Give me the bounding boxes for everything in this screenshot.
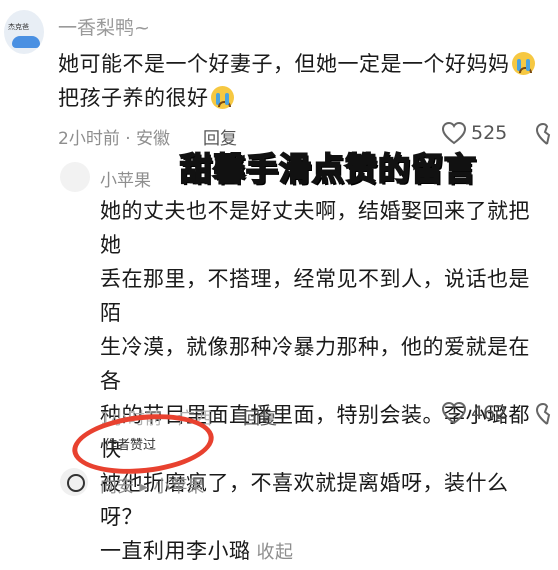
reply-username[interactable]: 小苹果	[100, 166, 151, 191]
reply-reply-button[interactable]: 回复	[243, 404, 277, 429]
reply2-avatar[interactable]	[60, 468, 88, 496]
avatar-figure	[12, 36, 40, 48]
comment-text: 她可能不是一个好妻子，但她一定是一个好妈妈 把孩子养的很好	[58, 49, 548, 114]
comment-text-line1: 她可能不是一个好妻子，但她一定是一个好妈妈	[58, 52, 510, 76]
comment-text-line2: 把孩子养的很好	[58, 86, 209, 110]
reply-text-line: 丢在那里，不搭理，经常见不到人，说话也是陌	[100, 267, 530, 325]
reply-text: 她的丈夫也不是好丈夫啊，结婚娶回来了就把她 丢在那里，不搭理，经常见不到人，说话…	[100, 194, 550, 570]
collapse-button[interactable]: 收起	[257, 542, 294, 563]
reply-text-line: 她的丈夫也不是好丈夫啊，结婚娶回来了就把她	[100, 199, 530, 257]
comment-username[interactable]: 一香梨鸭~	[58, 13, 150, 40]
reply-text-line: 一直利用李小璐	[100, 539, 251, 563]
reply-avatar[interactable]	[60, 162, 90, 192]
avatar-figure	[67, 474, 85, 492]
comment-time-location: 2小时前 · 安徽	[58, 129, 171, 149]
reply-like-icon[interactable]	[441, 401, 467, 425]
reply-text-line: 生冷漠，就像那种冷暴力那种，他的爱就是在各	[100, 335, 530, 393]
overlay-banner: 甜馨手滑点赞的留言	[179, 149, 478, 189]
comment-like-count: 525	[471, 122, 508, 144]
crying-face-icon	[511, 52, 535, 75]
comment-like-icon[interactable]	[441, 121, 467, 145]
reply-dislike-icon[interactable]	[536, 402, 558, 426]
crying-face-icon	[210, 86, 234, 109]
comment-dislike-icon[interactable]	[536, 122, 558, 146]
reply-like-count: 462	[471, 402, 508, 424]
avatar-caption: 杰克爸	[8, 23, 29, 31]
reply2-username[interactable]: 向安 ▸ 小苹果	[100, 472, 204, 497]
comment-avatar[interactable]: 杰克爸	[4, 10, 44, 54]
